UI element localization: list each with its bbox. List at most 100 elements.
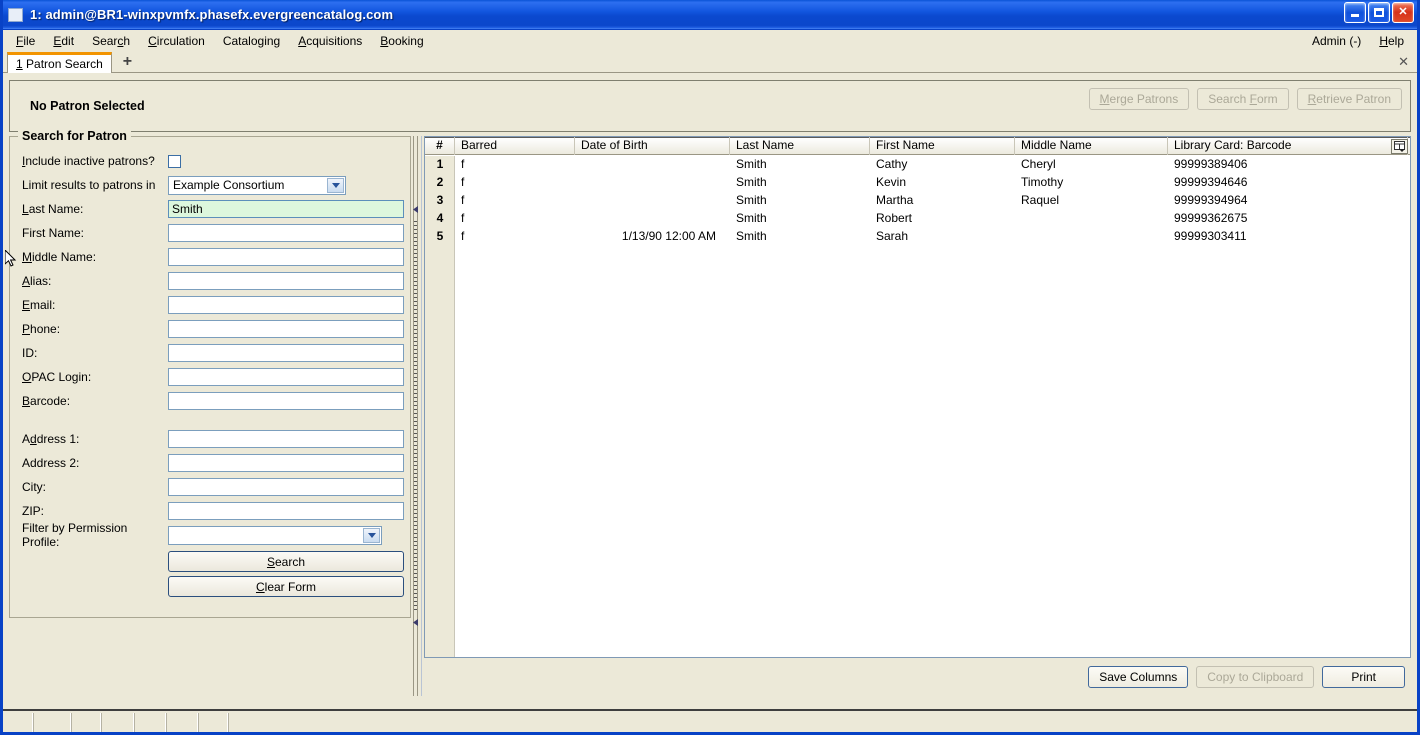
label-opac-login: OPAC Login: (22, 370, 92, 384)
cell-last-name: Smith (736, 157, 767, 171)
tab-label: Patron Search (26, 57, 103, 71)
row-permission-profile: Filter by Permission Profile: (14, 521, 406, 549)
column-header-barred[interactable]: Barred (455, 137, 575, 155)
row-search-button: Search (14, 551, 406, 572)
menu-help[interactable]: Help (1370, 32, 1413, 50)
menu-search[interactable]: Search (83, 32, 139, 50)
print-button[interactable]: Print (1322, 666, 1405, 688)
table-row[interactable]: 3 f Smith Martha Raquel 99999394964 (425, 191, 1410, 209)
new-tab-button[interactable]: + (120, 54, 135, 70)
middle-name-input[interactable] (168, 248, 404, 266)
first-name-input[interactable] (168, 224, 404, 242)
zip-input[interactable] (168, 502, 404, 520)
cell-barred: f (461, 175, 465, 189)
label-include-inactive: Include inactive patrons? (22, 154, 155, 168)
content-area: No Patron Selected Merge Patrons Search … (3, 76, 1417, 708)
column-header-library-card[interactable]: Library Card: Barcode (1168, 137, 1408, 155)
search-form-button[interactable]: Search Form (1197, 88, 1289, 110)
merge-patrons-button[interactable]: Merge Patrons (1088, 88, 1190, 110)
status-segment (134, 713, 166, 732)
cell-barred: f (461, 157, 465, 171)
address2-input[interactable] (168, 454, 404, 472)
include-inactive-checkbox[interactable] (168, 154, 181, 168)
search-button[interactable]: Search (168, 551, 404, 572)
column-header-dob[interactable]: Date of Birth (575, 137, 730, 155)
retrieve-patron-button[interactable]: Retrieve Patron (1296, 88, 1402, 110)
menu-circulation[interactable]: Circulation (139, 32, 214, 50)
clear-form-button[interactable]: Clear Form (168, 576, 404, 597)
table-row[interactable]: 2 f Smith Kevin Timothy 99999394646 (425, 173, 1410, 191)
row-first-name: First Name: (14, 221, 406, 245)
label-permission-profile: Filter by Permission Profile: (22, 521, 128, 549)
menu-bar: File Edit Search Circulation Cataloging … (3, 30, 1417, 51)
menu-cataloging[interactable]: Cataloging (214, 32, 289, 50)
menu-bar-right: Admin (-) Help (1303, 30, 1413, 51)
column-header-first-name[interactable]: First Name (870, 137, 1015, 155)
alias-input[interactable] (168, 272, 404, 290)
table-row[interactable]: 5 f 1/13/90 12:00 AM Smith Sarah 9999930… (425, 227, 1410, 245)
column-header-last-name[interactable]: Last Name (730, 137, 870, 155)
maximize-icon (1374, 8, 1384, 17)
pane-splitter[interactable] (411, 136, 424, 696)
menu-edit[interactable]: Edit (44, 32, 83, 50)
cell-middle-name (1015, 227, 1168, 245)
barcode-input[interactable] (168, 392, 404, 410)
menu-file[interactable]: File (7, 32, 44, 50)
window-controls: ✕ (1344, 2, 1414, 23)
copy-to-clipboard-button[interactable]: Copy to Clipboard (1196, 666, 1315, 688)
maximize-button[interactable] (1368, 2, 1390, 23)
label-middle-name: Middle Name: (22, 250, 97, 264)
opac-login-input[interactable] (168, 368, 404, 386)
column-header-middle-name[interactable]: Middle Name (1015, 137, 1168, 155)
limit-org-value: Example Consortium (173, 178, 285, 192)
form-spacer (14, 413, 406, 427)
menu-acquisitions[interactable]: Acquisitions (289, 32, 371, 50)
search-pane: Search for Patron Include inactive patro… (9, 129, 411, 696)
splitter-grip[interactable] (414, 221, 417, 611)
app-icon (8, 7, 23, 22)
menu-admin[interactable]: Admin (-) (1303, 32, 1370, 50)
column-header-number[interactable]: # (425, 137, 455, 155)
close-button[interactable]: ✕ (1392, 2, 1414, 23)
email-input[interactable] (168, 296, 404, 314)
results-pane: # Barred Date of Birth Last Name First N… (424, 136, 1411, 696)
table-row[interactable]: 1 f Smith Cathy Cheryl 99999389406 (425, 155, 1410, 173)
application-window: 1: admin@BR1-winxpvmfx.phasefx.evergreen… (0, 0, 1420, 735)
row-id: ID: (14, 341, 406, 365)
results-grid: # Barred Date of Birth Last Name First N… (424, 136, 1411, 658)
address1-input[interactable] (168, 430, 404, 448)
splitter-line (421, 136, 422, 696)
window-title: 1: admin@BR1-winxpvmfx.phasefx.evergreen… (30, 7, 394, 22)
minimize-button[interactable] (1344, 2, 1366, 23)
id-input[interactable] (168, 344, 404, 362)
column-picker-icon[interactable] (1391, 139, 1408, 154)
cell-library-card: 99999389406 (1174, 157, 1248, 171)
label-last-name: Last Name: (22, 202, 84, 216)
label-address2: Address 2: (22, 456, 80, 470)
status-segment (166, 713, 198, 732)
cell-first-name: Kevin (876, 175, 907, 189)
cell-dob (575, 173, 730, 191)
chevron-down-icon (327, 177, 344, 193)
close-tab-button[interactable]: ✕ (1398, 54, 1409, 70)
row-alias: Alias: (14, 269, 406, 293)
cell-first-name: Cathy (876, 157, 908, 171)
row-address2: Address 2: (14, 451, 406, 475)
cell-barred: f (461, 229, 465, 243)
last-name-input[interactable] (168, 200, 404, 218)
cell-number: 1 (436, 157, 444, 171)
city-input[interactable] (168, 478, 404, 496)
limit-org-select[interactable]: Example Consortium (168, 175, 346, 195)
tab-bar: 1 Patron Search + ✕ (3, 51, 1417, 73)
permission-profile-select[interactable] (168, 525, 382, 545)
phone-input[interactable] (168, 320, 404, 338)
cell-number: 2 (436, 175, 444, 189)
status-segment (71, 713, 101, 732)
tab-patron-search[interactable]: 1 Patron Search (7, 52, 112, 73)
cell-library-card: 99999394964 (1174, 193, 1248, 207)
status-segment (5, 713, 33, 732)
menu-booking[interactable]: Booking (371, 32, 432, 50)
cell-last-name: Smith (736, 175, 767, 189)
save-columns-button[interactable]: Save Columns (1088, 666, 1189, 688)
table-row[interactable]: 4 f Smith Robert 99999362675 (425, 209, 1410, 227)
